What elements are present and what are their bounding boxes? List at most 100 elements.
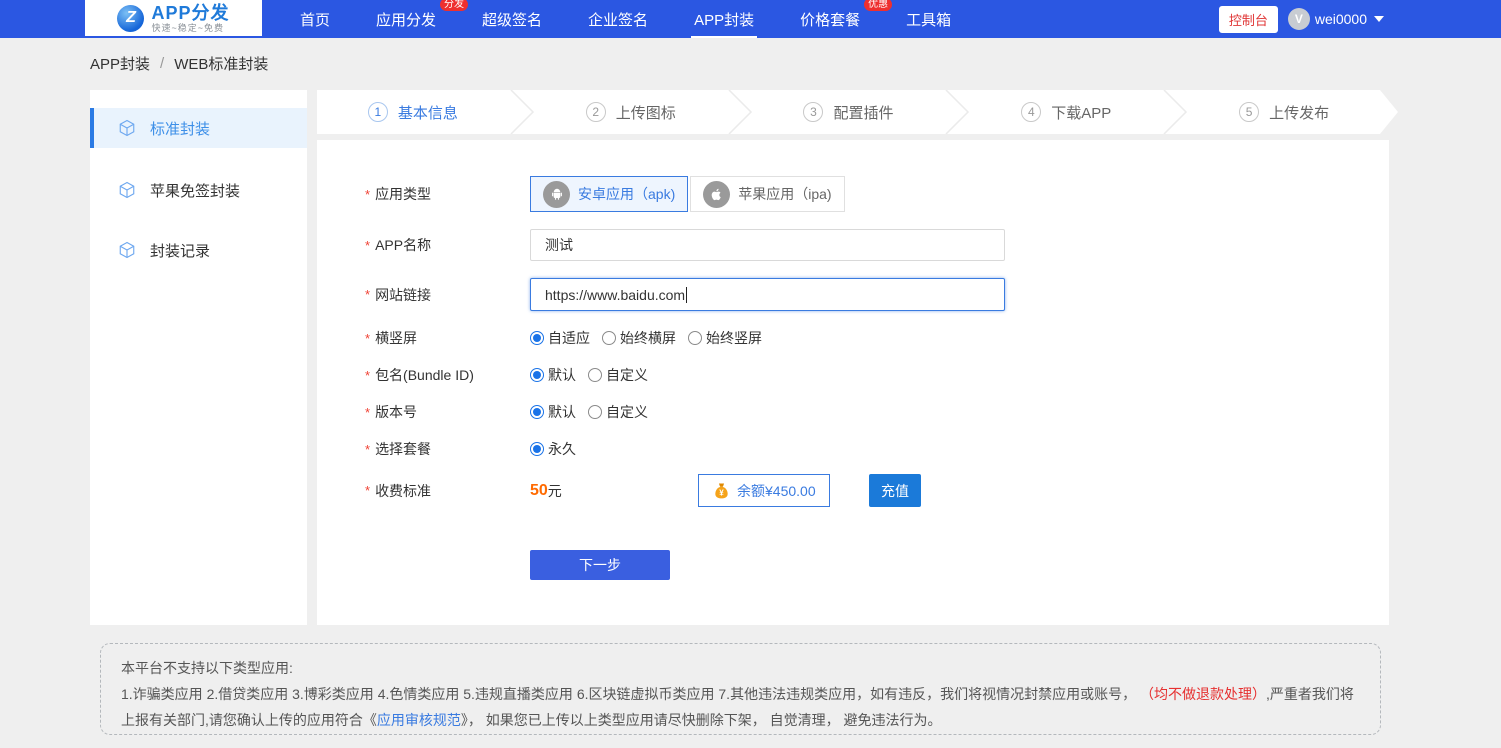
- form-row-price: * 收费标准 50 元 ¥ 余额¥450.00 充值: [365, 474, 1389, 507]
- nav-item-pricing[interactable]: 价格套餐 优惠: [800, 9, 860, 30]
- required-asterisk-icon: *: [365, 368, 370, 383]
- android-icon: [543, 181, 570, 208]
- sidebar: 标准封装 苹果免签封装 封装记录: [90, 90, 307, 625]
- nav-item-toolbox[interactable]: 工具箱: [906, 9, 951, 30]
- radio-adaptive[interactable]: 自适应: [530, 328, 590, 348]
- main-nav: 首页 应用分发 分发 超级签名 企业签名 APP封装 价格套餐 优惠 工具箱: [300, 0, 951, 38]
- radio-version-custom[interactable]: 自定义: [588, 402, 648, 422]
- ios-app-type-button[interactable]: 苹果应用（ipa): [690, 176, 844, 212]
- field-label: * 网站链接: [365, 285, 530, 305]
- console-button[interactable]: 控制台: [1219, 6, 1278, 33]
- radio-label: 自定义: [606, 365, 648, 385]
- required-asterisk-icon: *: [365, 405, 370, 420]
- form-row-version: * 版本号 默认 自定义: [365, 402, 1389, 422]
- form-row-site-url: * 网站链接 https://www.baidu.com: [365, 278, 1389, 311]
- android-app-type-label: 安卓应用（apk): [578, 184, 675, 204]
- step-number: 5: [1239, 102, 1259, 122]
- radio-unchecked-icon: [688, 331, 702, 345]
- cube-icon: [118, 181, 136, 199]
- radio-bundle-custom[interactable]: 自定义: [588, 365, 648, 385]
- nav-item-app-packaging[interactable]: APP封装: [694, 9, 754, 30]
- cube-icon: [118, 119, 136, 137]
- form-row-next: 下一步: [365, 550, 1389, 580]
- apple-icon: [703, 181, 730, 208]
- version-label: 版本号: [375, 402, 417, 422]
- field-label: * 选择套餐: [365, 439, 530, 459]
- android-app-type-button[interactable]: 安卓应用（apk): [530, 176, 688, 212]
- nav-item-home[interactable]: 首页: [300, 9, 330, 30]
- chevron-right-icon: [727, 90, 753, 134]
- nav-item-app-distribution-label: 应用分发: [376, 12, 436, 29]
- logo-tagline: 快速~稳定~免费: [151, 24, 229, 33]
- nav-item-app-distribution[interactable]: 应用分发 分发: [376, 9, 436, 30]
- price-label: 收费标准: [375, 481, 431, 501]
- user-menu[interactable]: V wei0000: [1288, 8, 1384, 30]
- nav-item-pricing-label: 价格套餐: [800, 12, 860, 29]
- navbar-right-cluster: 控制台 V wei0000: [1219, 0, 1384, 38]
- required-asterisk-icon: *: [365, 483, 370, 498]
- step-number: 3: [803, 102, 823, 122]
- radio-bundle-default[interactable]: 默认: [530, 365, 576, 385]
- radio-label: 自定义: [606, 402, 648, 422]
- radio-always-landscape[interactable]: 始终横屏: [602, 328, 676, 348]
- radio-always-portrait[interactable]: 始终竖屏: [688, 328, 762, 348]
- radio-plan-permanent[interactable]: 永久: [530, 439, 576, 459]
- radio-label: 始终竖屏: [706, 328, 762, 348]
- sidebar-item-label: 封装记录: [150, 240, 210, 261]
- radio-label: 默认: [548, 365, 576, 385]
- app-name-value: 测试: [545, 235, 573, 255]
- app-name-input[interactable]: 测试: [530, 229, 1005, 261]
- field-label: * 包名(Bundle ID): [365, 365, 530, 385]
- step-number: 2: [586, 102, 606, 122]
- required-asterisk-icon: *: [365, 187, 370, 202]
- wizard-stepper: 1 基本信息 2 上传图标 3 配置插件 4 下载APP 5 上传发布: [317, 90, 1380, 134]
- sidebar-item-packaging-records[interactable]: 封装记录: [90, 230, 307, 270]
- sidebar-item-standard-packaging[interactable]: 标准封装: [90, 108, 307, 148]
- review-standards-link[interactable]: 应用审核规范: [377, 712, 461, 728]
- site-url-label: 网站链接: [375, 285, 431, 305]
- money-bag-icon: ¥: [712, 481, 731, 500]
- nav-item-super-sign[interactable]: 超级签名: [482, 9, 542, 30]
- step-configure-plugins: 3 配置插件: [753, 102, 945, 123]
- distribution-badge: 分发: [440, 0, 468, 11]
- app-logo[interactable]: Z APP分发 快速~稳定~免费: [85, 0, 262, 36]
- breadcrumb-current-page: WEB标准封装: [174, 53, 268, 74]
- nav-item-enterprise-sign[interactable]: 企业签名: [588, 9, 648, 30]
- required-asterisk-icon: *: [365, 331, 370, 346]
- sidebar-item-label: 苹果免签封装: [150, 180, 240, 201]
- radio-version-default[interactable]: 默认: [530, 402, 576, 422]
- field-label: * APP名称: [365, 235, 530, 255]
- sidebar-item-label: 标准封装: [150, 118, 210, 139]
- required-asterisk-icon: *: [365, 238, 370, 253]
- radio-label: 永久: [548, 439, 576, 459]
- policy-no-refund-text: （均不做退款处理）: [1140, 686, 1266, 702]
- balance-button[interactable]: ¥ 余额¥450.00: [698, 474, 830, 507]
- chevron-right-icon: [509, 90, 535, 134]
- cube-icon: [118, 241, 136, 259]
- recharge-button[interactable]: 充值: [869, 474, 921, 507]
- balance-label: 余额¥450.00: [737, 481, 816, 501]
- form-row-plan: * 选择套餐 永久: [365, 439, 1389, 459]
- step-label: 上传图标: [616, 102, 676, 123]
- step-label: 下载APP: [1051, 102, 1111, 123]
- field-label: * 版本号: [365, 402, 530, 422]
- form-row-orientation: * 横竖屏 自适应 始终横屏 始终竖屏: [365, 328, 1389, 348]
- policy-notice-title: 本平台不支持以下类型应用:: [121, 655, 1360, 681]
- step-basic-info: 1 基本信息: [317, 102, 509, 123]
- breadcrumb-section[interactable]: APP封装: [90, 53, 150, 74]
- radio-label: 自适应: [548, 328, 590, 348]
- site-url-input[interactable]: https://www.baidu.com: [530, 278, 1005, 311]
- radio-unchecked-icon: [588, 405, 602, 419]
- next-step-button[interactable]: 下一步: [530, 550, 670, 580]
- chevron-down-icon: [1374, 16, 1384, 22]
- orientation-radio-group: 自适应 始终横屏 始终竖屏: [530, 328, 762, 348]
- sidebar-item-apple-signfree-packaging[interactable]: 苹果免签封装: [90, 170, 307, 210]
- step-number: 1: [368, 102, 388, 122]
- required-asterisk-icon: *: [365, 442, 370, 457]
- step-label: 配置插件: [833, 102, 893, 123]
- breadcrumb-separator: /: [160, 55, 164, 72]
- step-number: 4: [1021, 102, 1041, 122]
- radio-label: 始终横屏: [620, 328, 676, 348]
- policy-text: 1.诈骗类应用 2.借贷类应用 3.博彩类应用 4.色情类应用 5.违规直播类应…: [121, 686, 1140, 702]
- form-row-bundle-id: * 包名(Bundle ID) 默认 自定义: [365, 365, 1389, 385]
